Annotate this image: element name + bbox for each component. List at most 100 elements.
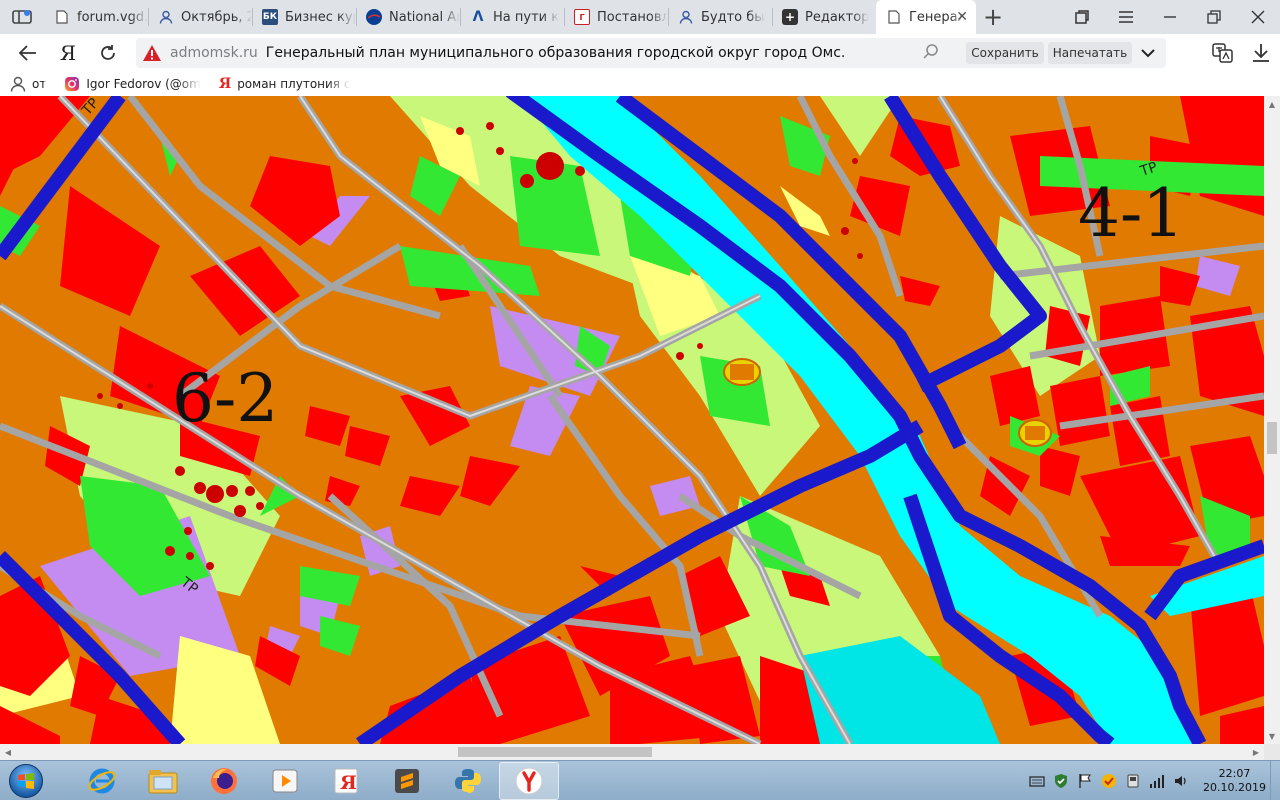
search-page-icon[interactable] bbox=[922, 43, 942, 63]
yandex-logo-icon: Я bbox=[59, 41, 77, 65]
zone-label-4-1: 4-1 bbox=[1078, 175, 1184, 252]
scroll-up-icon[interactable]: ▲ bbox=[1264, 96, 1280, 112]
taskbar-media-player[interactable] bbox=[255, 762, 315, 800]
save-button[interactable]: Сохранить bbox=[966, 42, 1044, 64]
tab-decree[interactable]: Г Постановление bbox=[564, 0, 668, 34]
windows-logo-icon bbox=[9, 763, 43, 798]
translate-button[interactable] bbox=[1204, 34, 1242, 72]
instagram-icon bbox=[65, 77, 80, 91]
close-icon bbox=[1251, 10, 1265, 24]
chevron-down-icon[interactable] bbox=[1138, 43, 1158, 63]
keyboard-icon[interactable] bbox=[1029, 773, 1045, 789]
tab-title: Постановление bbox=[597, 9, 668, 25]
scroll-right-icon[interactable]: ▶ bbox=[1248, 744, 1264, 760]
close-tab-icon[interactable]: ✕ bbox=[956, 9, 968, 25]
bookmark-item[interactable]: Igor Fedorov (@om bbox=[64, 76, 201, 92]
menu-button[interactable] bbox=[1104, 0, 1148, 34]
window-controls bbox=[1060, 0, 1280, 34]
document-icon bbox=[54, 9, 70, 25]
antivirus-icon[interactable] bbox=[1101, 773, 1117, 789]
taskbar-sublime[interactable] bbox=[377, 762, 437, 800]
signal-icon[interactable] bbox=[1149, 773, 1165, 789]
bookmark-label: от bbox=[32, 77, 47, 91]
yandex-home-button[interactable]: Я bbox=[48, 34, 88, 72]
tab-forum[interactable]: forum.vgd.ru bbox=[44, 0, 148, 34]
download-icon bbox=[1253, 44, 1269, 62]
taskbar-yandex-browser[interactable] bbox=[499, 761, 559, 800]
address-domain: admomsk.ru bbox=[170, 45, 258, 61]
taskbar-firefox[interactable] bbox=[194, 762, 254, 800]
tabs-panel-button[interactable] bbox=[0, 0, 44, 34]
python-icon bbox=[455, 768, 481, 793]
tab-manager-button[interactable] bbox=[1060, 0, 1104, 34]
tab-as-if[interactable]: Будто бы bbox=[668, 0, 772, 34]
usb-device-icon[interactable] bbox=[1125, 773, 1141, 789]
minimize-button[interactable] bbox=[1148, 0, 1192, 34]
minimize-icon bbox=[1164, 16, 1176, 18]
nasa-icon bbox=[366, 9, 382, 25]
map-canvas: 4-1 6-2 ТР ТР ТР bbox=[0, 96, 1264, 744]
system-clock[interactable]: 22:07 20.10.2019 bbox=[1203, 767, 1266, 795]
clock-time: 22:07 bbox=[1218, 767, 1251, 780]
general-plan-map[interactable]: 4-1 6-2 ТР ТР ТР bbox=[0, 96, 1264, 744]
show-desktop-button[interactable] bbox=[1270, 761, 1280, 800]
translate-icon bbox=[1212, 43, 1233, 63]
bookmark-label: роман плутония с bbox=[237, 77, 351, 91]
bk-icon: БК bbox=[262, 9, 278, 25]
tab-strip: forum.vgd.ru Октябрь, 2 БК Бизнес курс N… bbox=[0, 0, 1280, 34]
bookmark-item[interactable]: от bbox=[10, 76, 46, 92]
tab-manager-icon bbox=[1075, 10, 1089, 24]
scroll-down-icon[interactable]: ▼ bbox=[1264, 728, 1280, 744]
taskbar-explorer[interactable] bbox=[133, 762, 193, 800]
tab-business[interactable]: БК Бизнес курс bbox=[252, 0, 356, 34]
address-bar[interactable]: admomsk.ru Генеральный план муниципально… bbox=[136, 38, 1166, 68]
yandex-browser-icon bbox=[515, 767, 543, 794]
scrollbar-corner bbox=[1264, 744, 1280, 760]
new-tab-button[interactable]: + bbox=[976, 0, 1010, 34]
tab-title: Редактор bbox=[805, 9, 870, 25]
reload-icon bbox=[101, 45, 115, 60]
start-button[interactable] bbox=[0, 761, 52, 800]
yandex-icon: Я bbox=[334, 768, 358, 794]
bookmark-label: Igor Fedorov (@om bbox=[86, 77, 201, 91]
tab-title: Бизнес курс bbox=[285, 9, 356, 25]
tab-general-plan[interactable]: Генеральный план ✕ bbox=[876, 0, 976, 34]
clock-date: 20.10.2019 bbox=[1203, 781, 1266, 794]
close-window-button[interactable] bbox=[1236, 0, 1280, 34]
taskbar-internet-explorer[interactable] bbox=[72, 762, 132, 800]
vertical-scroll-thumb[interactable] bbox=[1267, 422, 1277, 454]
restore-button[interactable] bbox=[1192, 0, 1236, 34]
scroll-left-icon[interactable]: ◀ bbox=[0, 744, 16, 760]
gov-icon: Г bbox=[574, 9, 590, 25]
back-button[interactable] bbox=[8, 34, 48, 72]
system-tray: 22:07 20.10.2019 bbox=[1029, 761, 1280, 800]
navigation-bar: Я admomsk.ru Генеральный план муниципаль… bbox=[0, 34, 1280, 72]
tab-on-the-way[interactable]: Λ На пути к bbox=[460, 0, 564, 34]
internet-explorer-icon bbox=[88, 768, 116, 793]
tab-october[interactable]: Октябрь, 2 bbox=[148, 0, 252, 34]
taskbar-python[interactable] bbox=[438, 762, 498, 800]
yandex-icon: Я bbox=[218, 76, 232, 92]
warning-icon[interactable] bbox=[142, 43, 162, 63]
tab-editor[interactable]: + Редактор bbox=[772, 0, 876, 34]
plus-icon: + bbox=[982, 3, 1004, 31]
downloads-button[interactable] bbox=[1242, 34, 1280, 72]
person-icon bbox=[678, 9, 694, 25]
bookmark-item[interactable]: Я роман плутония с bbox=[219, 76, 351, 92]
person-icon bbox=[10, 76, 26, 92]
tab-national-archives[interactable]: National Archives bbox=[356, 0, 460, 34]
horizontal-scroll-thumb[interactable] bbox=[458, 747, 652, 757]
horizontal-scrollbar[interactable]: ◀ ▶ bbox=[0, 744, 1264, 760]
firefox-icon bbox=[211, 767, 237, 794]
volume-icon[interactable] bbox=[1173, 773, 1189, 789]
tab-title: Будто бы bbox=[701, 9, 765, 25]
reload-button[interactable] bbox=[88, 34, 128, 72]
action-center-flag-icon[interactable] bbox=[1077, 773, 1093, 789]
taskbar-yandex[interactable]: Я bbox=[316, 762, 376, 800]
plus-square-icon: + bbox=[782, 9, 798, 25]
person-icon bbox=[158, 9, 174, 25]
hamburger-icon bbox=[1119, 11, 1133, 23]
vertical-scrollbar[interactable]: ▲ ▼ bbox=[1264, 96, 1280, 744]
print-button[interactable]: Напечатать bbox=[1048, 42, 1132, 64]
security-check-icon[interactable] bbox=[1053, 773, 1069, 789]
